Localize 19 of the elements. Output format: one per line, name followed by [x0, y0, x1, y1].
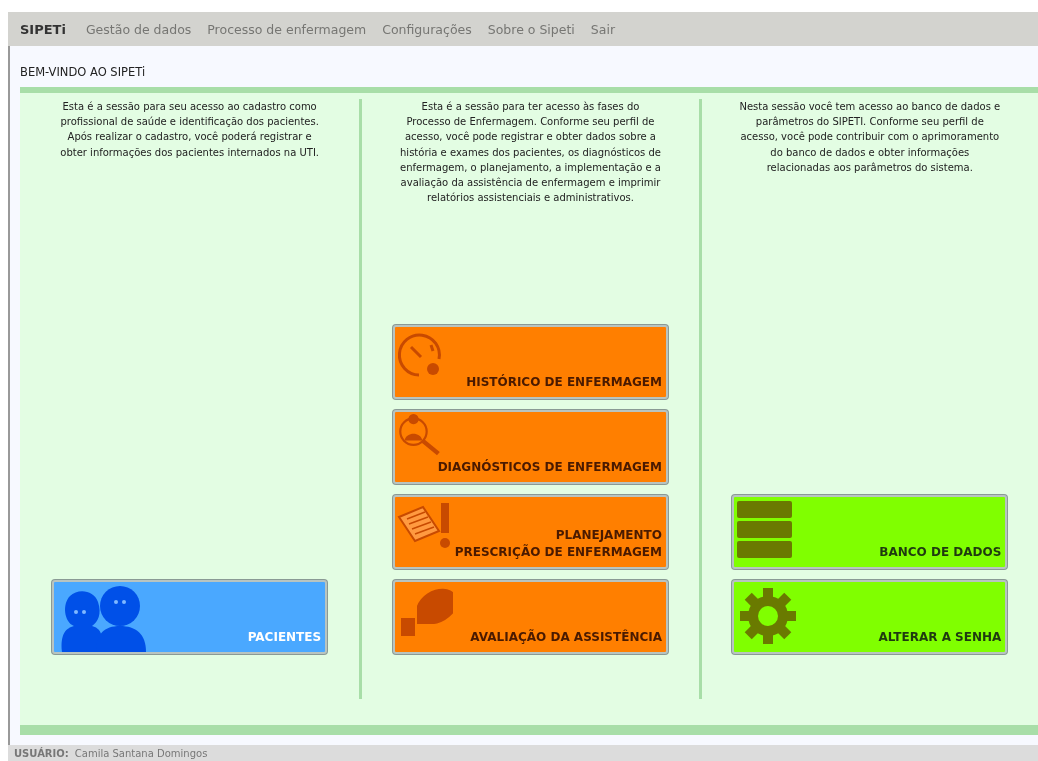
section-button[interactable]: AVALIAÇÃO DA ASSISTÊNCIA [393, 580, 668, 654]
bars-icon [736, 499, 795, 561]
page-title: BEM-VINDO AO SIPETi [19, 64, 147, 81]
menu-item[interactable]: Configurações [382, 21, 472, 37]
menu-item[interactable]: Processo de enfermagem [207, 21, 367, 37]
user-name: Camila Santana Domingos [74, 747, 208, 759]
menu-item[interactable]: Sobre o Sipeti [487, 21, 575, 37]
section-description: Esta é a sessão para ter acesso às fases do Processo de Enfermagem. Conforme seu perfil de acesso, você pode registrar e obter dados sobre a história e exames dos pacientes, os diagnósticos de enfermagem, o planejamento, a implementação e a avaliação da assistência de enfermagem e imprimir relatórios assistenciais e administrativos. [399, 100, 662, 206]
section-button[interactable]: BANCO DE DADOS [732, 495, 1008, 569]
menu-item[interactable]: Gestão de dados [85, 21, 192, 37]
brand-name: SIPETi [20, 21, 66, 37]
section-description: Nesta sessão você tem acesso ao banco de dados e parâmetros do SIPETI. Conforme seu perfil de acesso, você pode contribuir com o aprimoramento do banco de dados e obter informações relacionadas aos parâmetros do sistema. [738, 100, 1001, 175]
user-label: USUÁRIO: [14, 747, 69, 759]
section-button[interactable]: ALTERAR A SENHA [732, 580, 1008, 654]
menu-item[interactable]: Sair [590, 21, 616, 37]
section-button[interactable]: DIAGNÓSTICOS DE ENFERMAGEM [393, 410, 668, 484]
section-description: Esta é a sessão para seu acesso ao cadastro como profissional de saúde e identificação dos pacientes. Após realizar o cadastro, você poderá registrar e obter informações dos pacientes internados na UTI. [59, 100, 321, 160]
section-button[interactable]: HISTÓRICO DE ENFERMAGEM [393, 325, 668, 399]
section-button[interactable]: PLANEJAMENTO PRESCRIÇÃO DE ENFERMAGEM [393, 495, 668, 569]
